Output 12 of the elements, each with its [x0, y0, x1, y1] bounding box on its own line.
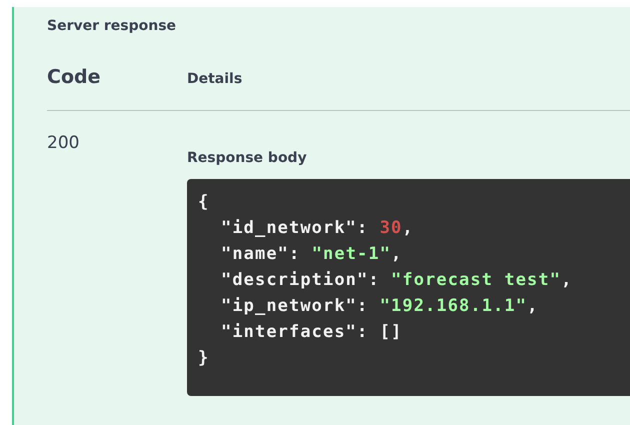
code-line: "description": "forecast test", [221, 269, 572, 292]
column-header: Details [187, 70, 244, 86]
code-line: "interfaces": [] [221, 321, 402, 344]
section-title: Server response [47, 17, 178, 36]
column-header: Code [47, 66, 102, 88]
code-line: "name": "net-1", [221, 243, 402, 266]
code-line: "id_network": 30, [221, 217, 414, 240]
code-line: { [198, 191, 210, 214]
code-line: } [198, 347, 210, 370]
code-line: "ip_network": "192.168.1.1", [221, 295, 538, 318]
response-body-label: Response body [187, 150, 308, 166]
status-code: 200 [47, 133, 80, 155]
